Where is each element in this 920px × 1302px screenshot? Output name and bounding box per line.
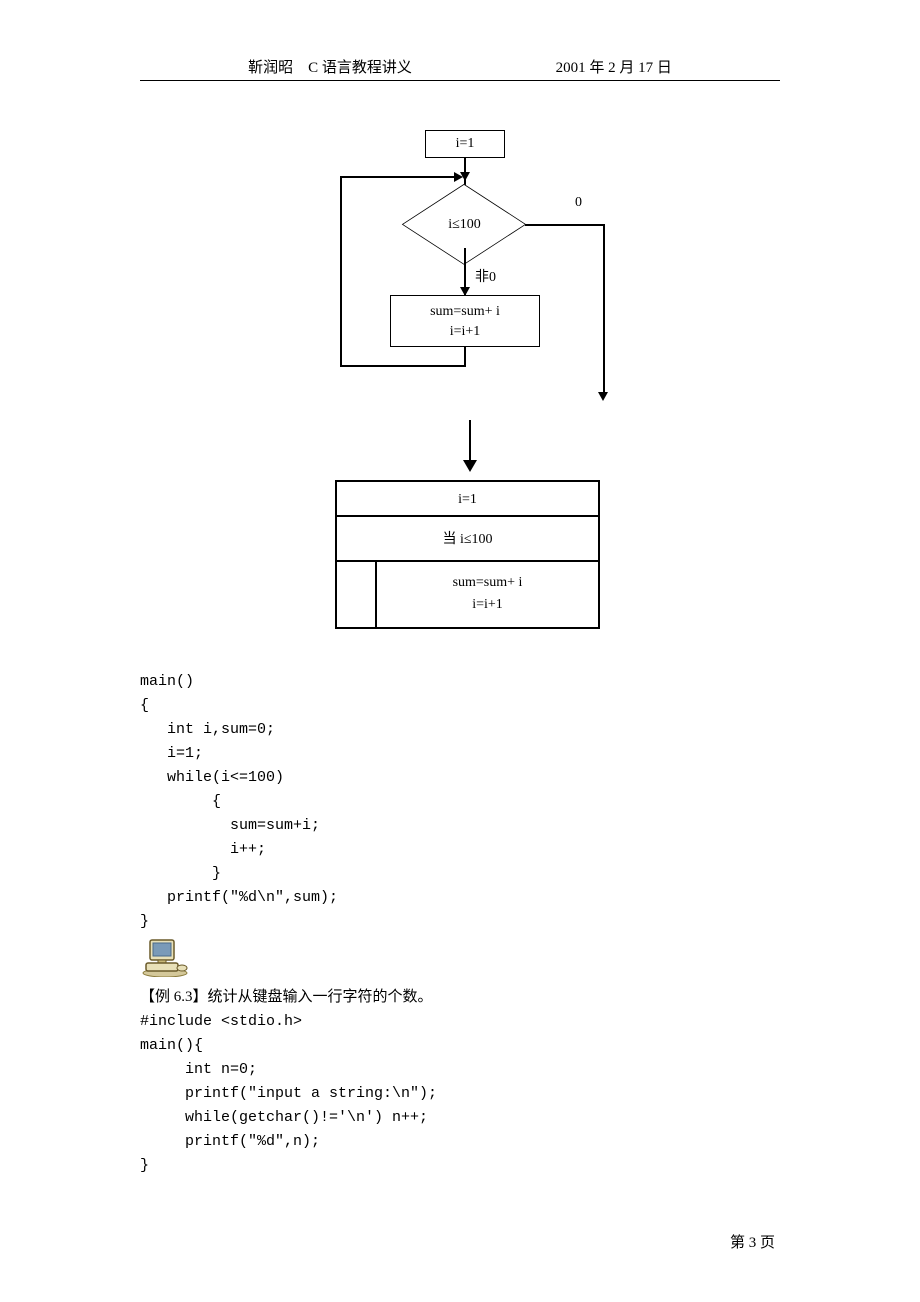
header-separator [140, 80, 780, 81]
decision-false-label: 0 [575, 195, 582, 211]
code-example-2: #include <stdio.h> main(){ int n=0; prin… [140, 1010, 437, 1178]
computer-icon [140, 935, 190, 977]
code-example-1: main() { int i,sum=0; i=1; while(i<=100)… [140, 670, 338, 934]
transition-arrow-icon [460, 420, 480, 477]
flow-line [525, 224, 605, 226]
page-number: 第 3 页 [730, 1231, 775, 1252]
author: 靳润昭 [248, 60, 293, 76]
flow-line [340, 176, 458, 178]
flowchart-diagram: i=1 i≤100 0 非0 sum=sum+ i i=i+1 [330, 120, 630, 410]
ns-body: sum=sum+ i i=i+1 [337, 562, 598, 627]
flow-line [340, 176, 342, 367]
ns-body-line2: i=i+1 [377, 594, 598, 616]
page-header: 靳润昭 C 语言教程讲义 2001 年 2 月 17 日 [0, 56, 920, 77]
ns-body-margin [337, 562, 377, 627]
flowchart-init-box: i=1 [425, 130, 505, 158]
ns-diagram: i=1 当 i≤100 sum=sum+ i i=i+1 [335, 480, 600, 629]
ns-init: i=1 [337, 482, 598, 517]
ns-body-content: sum=sum+ i i=i+1 [377, 562, 598, 627]
flow-arrow [454, 172, 463, 182]
header-date: 2001 年 2 月 17 日 [556, 56, 672, 77]
ns-body-line1: sum=sum+ i [377, 572, 598, 594]
doc-title: C 语言教程讲义 [308, 60, 412, 76]
process-line1: sum=sum+ i [391, 302, 539, 322]
flow-line [603, 224, 605, 394]
process-line2: i=i+1 [391, 322, 539, 342]
flow-line [464, 347, 466, 367]
ns-condition: 当 i≤100 [337, 517, 598, 562]
flow-arrow [598, 392, 608, 401]
flowchart-process-box: sum=sum+ i i=i+1 [390, 295, 540, 347]
decision-true-label: 非0 [475, 266, 496, 286]
example-6-3-title: 【例 6.3】统计从键盘输入一行字符的个数。 [140, 985, 433, 1006]
decision-text: i≤100 [402, 217, 527, 233]
header-author-title: 靳润昭 C 语言教程讲义 [248, 56, 412, 77]
flow-line [340, 365, 466, 367]
